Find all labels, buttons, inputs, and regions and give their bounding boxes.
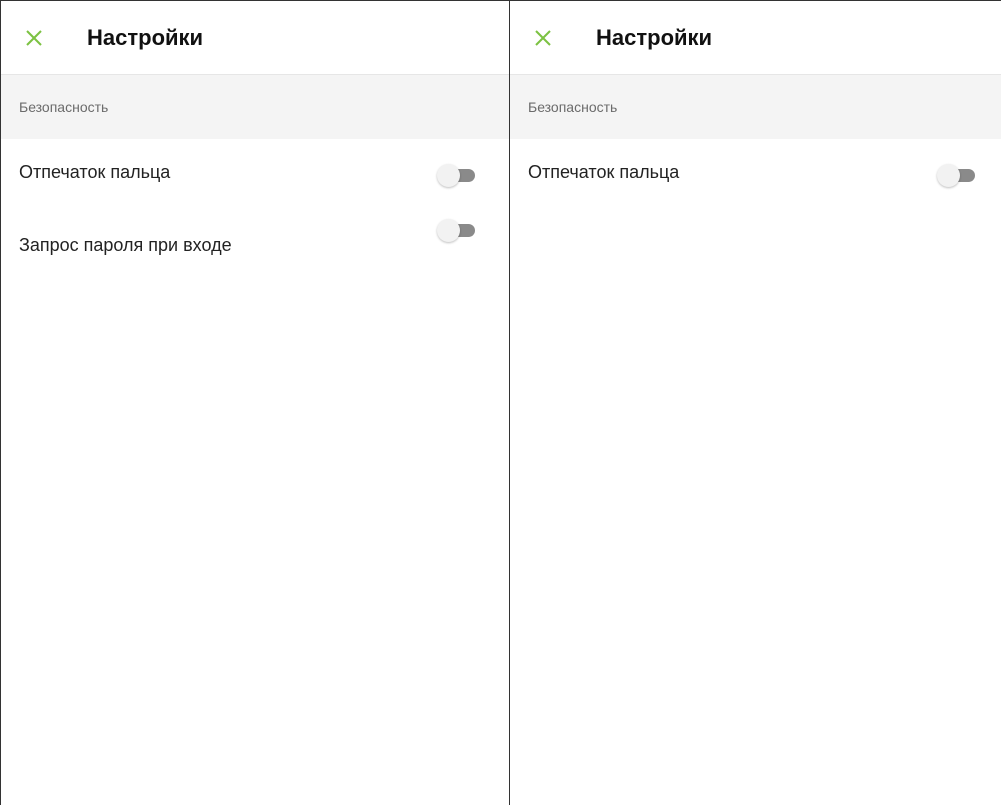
fingerprint-toggle[interactable]: [937, 164, 977, 187]
settings-screens: Настройки Безопасность Отпечаток пальца …: [0, 0, 1001, 805]
setting-label-fingerprint: Отпечаток пальца: [528, 161, 680, 182]
toggle-thumb: [937, 164, 960, 187]
setting-label-password-on-login: Запрос пароля при входе: [19, 234, 232, 255]
page-title: Настройки: [596, 24, 713, 50]
section-header-security: Безопасность: [510, 75, 1001, 139]
toggle-thumb: [437, 164, 460, 187]
close-icon[interactable]: [23, 27, 45, 49]
settings-header: Настройки: [510, 1, 1001, 75]
setting-label-fingerprint: Отпечаток пальца: [19, 161, 171, 182]
page-title: Настройки: [87, 24, 204, 50]
settings-panel-left: Настройки Безопасность Отпечаток пальца …: [0, 0, 510, 805]
setting-row-fingerprint: Отпечаток пальца: [510, 139, 1001, 205]
section-header-security: Безопасность: [1, 75, 509, 139]
setting-row-password-on-login: Запрос пароля при входе: [1, 205, 509, 273]
password-on-login-toggle[interactable]: [437, 219, 477, 242]
settings-panel-right: Настройки Безопасность Отпечаток пальца: [510, 0, 1001, 805]
setting-row-fingerprint: Отпечаток пальца: [1, 139, 509, 205]
settings-header: Настройки: [1, 1, 509, 75]
toggle-thumb: [437, 219, 460, 242]
close-icon[interactable]: [532, 27, 554, 49]
fingerprint-toggle[interactable]: [437, 164, 477, 187]
